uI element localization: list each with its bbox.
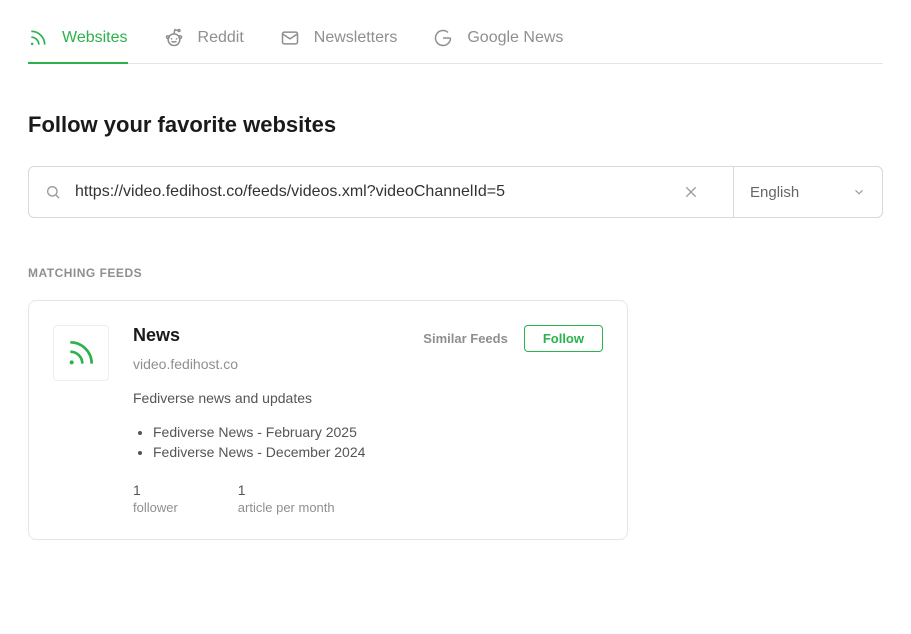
feed-description: Fediverse news and updates	[133, 390, 603, 406]
chevron-down-icon	[852, 185, 866, 199]
tab-newsletters[interactable]: Newsletters	[280, 28, 398, 64]
clear-search-button[interactable]	[679, 180, 717, 204]
google-icon	[433, 28, 453, 48]
follow-button[interactable]: Follow	[524, 325, 603, 352]
reddit-icon	[164, 28, 184, 48]
tab-reddit[interactable]: Reddit	[164, 28, 244, 64]
tab-label: Newsletters	[314, 29, 398, 47]
feed-icon	[53, 325, 109, 381]
search-row: English	[28, 166, 883, 218]
tab-label: Google News	[467, 29, 563, 47]
feed-stats: 1 follower 1 article per month	[133, 482, 603, 515]
stat-frequency: 1 article per month	[238, 482, 335, 515]
language-value: English	[750, 184, 799, 201]
feed-articles-list: Fediverse News - February 2025 Fediverse…	[133, 424, 603, 460]
feed-content: News Similar Feeds Follow video.fedihost…	[133, 325, 603, 515]
list-item: Fediverse News - December 2024	[153, 444, 603, 460]
page-title: Follow your favorite websites	[28, 112, 883, 138]
tab-websites[interactable]: Websites	[28, 28, 128, 64]
search-input[interactable]	[75, 183, 679, 201]
feed-title: News	[133, 325, 180, 346]
stat-label: follower	[133, 500, 178, 515]
rss-icon	[65, 337, 97, 369]
list-item: Fediverse News - February 2025	[153, 424, 603, 440]
stat-value: 1	[133, 482, 178, 498]
search-icon	[45, 184, 61, 200]
close-icon	[683, 184, 699, 200]
rss-icon	[28, 28, 48, 48]
language-select[interactable]: English	[733, 166, 883, 218]
search-box	[28, 166, 733, 218]
stat-label: article per month	[238, 500, 335, 515]
tab-label: Reddit	[198, 29, 244, 47]
similar-feeds-link[interactable]: Similar Feeds	[423, 331, 508, 346]
tab-label: Websites	[62, 29, 128, 47]
tab-google-news[interactable]: Google News	[433, 28, 563, 64]
mail-icon	[280, 28, 300, 48]
source-tabs: Websites Reddit	[28, 28, 883, 64]
feed-domain: video.fedihost.co	[133, 356, 603, 372]
section-label: MATCHING FEEDS	[28, 266, 883, 280]
stat-followers: 1 follower	[133, 482, 178, 515]
stat-value: 1	[238, 482, 335, 498]
feed-card: News Similar Feeds Follow video.fedihost…	[28, 300, 628, 540]
